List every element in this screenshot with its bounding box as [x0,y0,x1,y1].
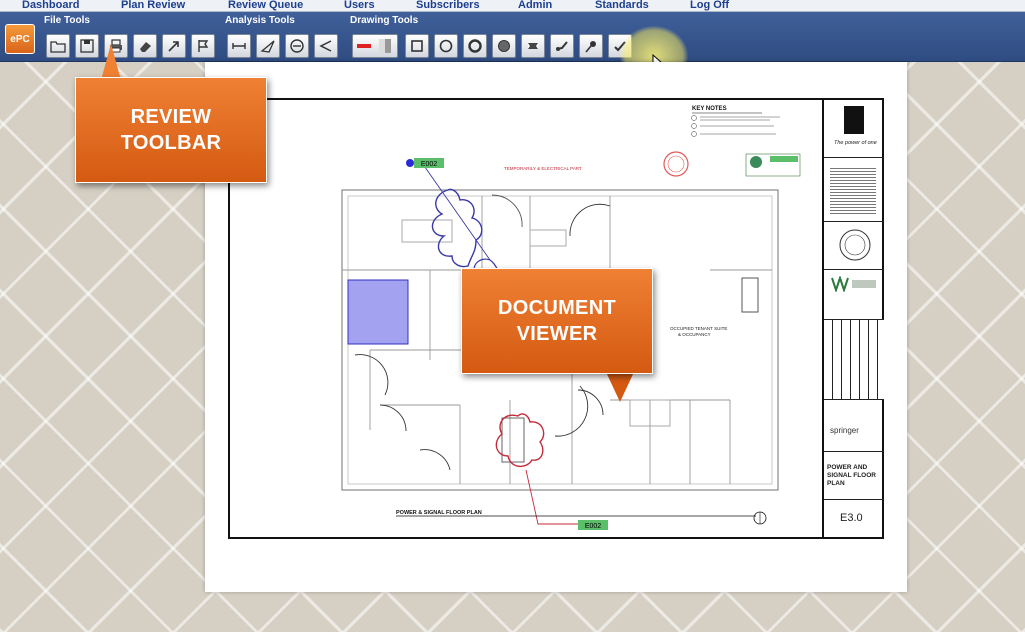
top-navigation: Dashboard Plan Review Review Queue Users… [0,0,1025,12]
filled-circle-button[interactable] [492,34,516,58]
arrow-icon [168,41,179,52]
cloud-button[interactable] [521,34,545,58]
document-viewer-callout-tail [606,372,634,402]
tenant-note-2: & OCCUPANCY [678,332,711,337]
consultant-block [824,270,884,320]
eraser-icon [140,42,151,52]
ring-button[interactable] [463,34,487,58]
circle-icon [439,39,453,53]
sheet-title-line-2: SIGNAL FLOOR [827,472,876,479]
open-button[interactable] [46,34,70,58]
review-toolbar-callout-tail [101,44,121,80]
rectangle-button[interactable] [405,34,429,58]
tag-bottom: E002 [585,523,601,530]
nav-dashboard[interactable]: Dashboard [22,0,79,11]
nav-review-queue[interactable]: Review Queue [228,0,303,11]
nav-admin[interactable]: Admin [518,0,552,11]
eraser-button[interactable] [133,34,157,58]
flag-icon [198,40,209,52]
circle-measure-button[interactable] [285,34,309,58]
file-tools-label: File Tools [44,15,90,26]
consultant-logo-icon [831,276,876,292]
nav-standards[interactable]: Standards [595,0,649,11]
plan-title: POWER & SIGNAL FLOOR PLAN [396,510,482,516]
revision-table [824,320,884,400]
nav-log-off[interactable]: Log Off [690,0,729,11]
red-note: TEMPORARILY & ELECTRICAL PART [504,166,582,171]
bend-angle-button[interactable] [314,34,338,58]
measure-line-button[interactable] [227,34,251,58]
drawing-tools-label: Drawing Tools [350,15,419,26]
tag-top: E002 [421,161,437,168]
key-notes-title: KEY NOTES [692,106,727,112]
sheet-title-block: POWER AND SIGNAL FLOOR PLAN [824,452,884,500]
sheet-title-line-3: PLAN [827,480,845,487]
bend-angle-icon [319,40,332,52]
rectangle-icon [411,40,423,52]
pushpin-button[interactable] [579,34,603,58]
firm-address-block [824,158,884,222]
tenant-note-1: OCCUPIED TENANT SUITE [670,326,727,331]
document-viewer-callout: DOCUMENT VIEWER [461,268,653,374]
measure-line-icon [232,43,246,49]
analysis-tools-label: Analysis Tools [225,15,295,26]
nav-subscribers[interactable]: Subscribers [416,0,480,11]
firm-tagline: The power of one [834,140,877,146]
nav-users[interactable]: Users [344,0,375,11]
seal-block [824,222,884,270]
angle-button[interactable] [256,34,280,58]
review-toolbar-callout-line-2: TOOLBAR [120,132,222,154]
circle-measure-icon [290,39,304,53]
review-toolbar-callout: REVIEW TOOLBAR [75,77,267,183]
save-button[interactable] [75,34,99,58]
review-toolbar-callout-line-1: REVIEW [130,106,212,128]
color-picker-button[interactable] [352,34,398,58]
ring-icon [468,39,482,53]
arrow-button[interactable] [162,34,186,58]
stamp-icon [556,41,568,51]
pushpin-icon [585,41,596,53]
stamp-button[interactable] [550,34,574,58]
sheet-title-line-1: POWER AND [827,464,868,471]
circle-button[interactable] [434,34,458,58]
sheet-number-block: E3.0 [824,500,884,537]
filled-circle-icon [498,40,510,52]
open-folder-icon [50,41,66,53]
cloud-icon [528,43,538,49]
title-block: The power of one springer POWER AND SIGN… [822,100,884,537]
save-icon [80,39,94,53]
company-block: springer [824,400,884,452]
nav-plan-review[interactable]: Plan Review [121,0,185,11]
company-name: springer [830,426,859,435]
seal-icon [839,229,871,261]
firm-address-text [830,166,876,214]
document-viewer-callout-line-2: VIEWER [516,323,598,345]
firm-logo-block: The power of one [824,100,884,158]
flag-button[interactable] [191,34,215,58]
sheet-number: E3.0 [840,512,863,524]
review-toolbar: ePC File Tools Analysis Tools Drawing To… [0,12,1025,62]
firm-logo [844,106,864,134]
document-viewer-callout-line-1: DOCUMENT [498,297,616,319]
app-logo[interactable]: ePC [5,24,35,54]
angle-icon [260,40,275,53]
color-swatch-icon [357,39,391,53]
